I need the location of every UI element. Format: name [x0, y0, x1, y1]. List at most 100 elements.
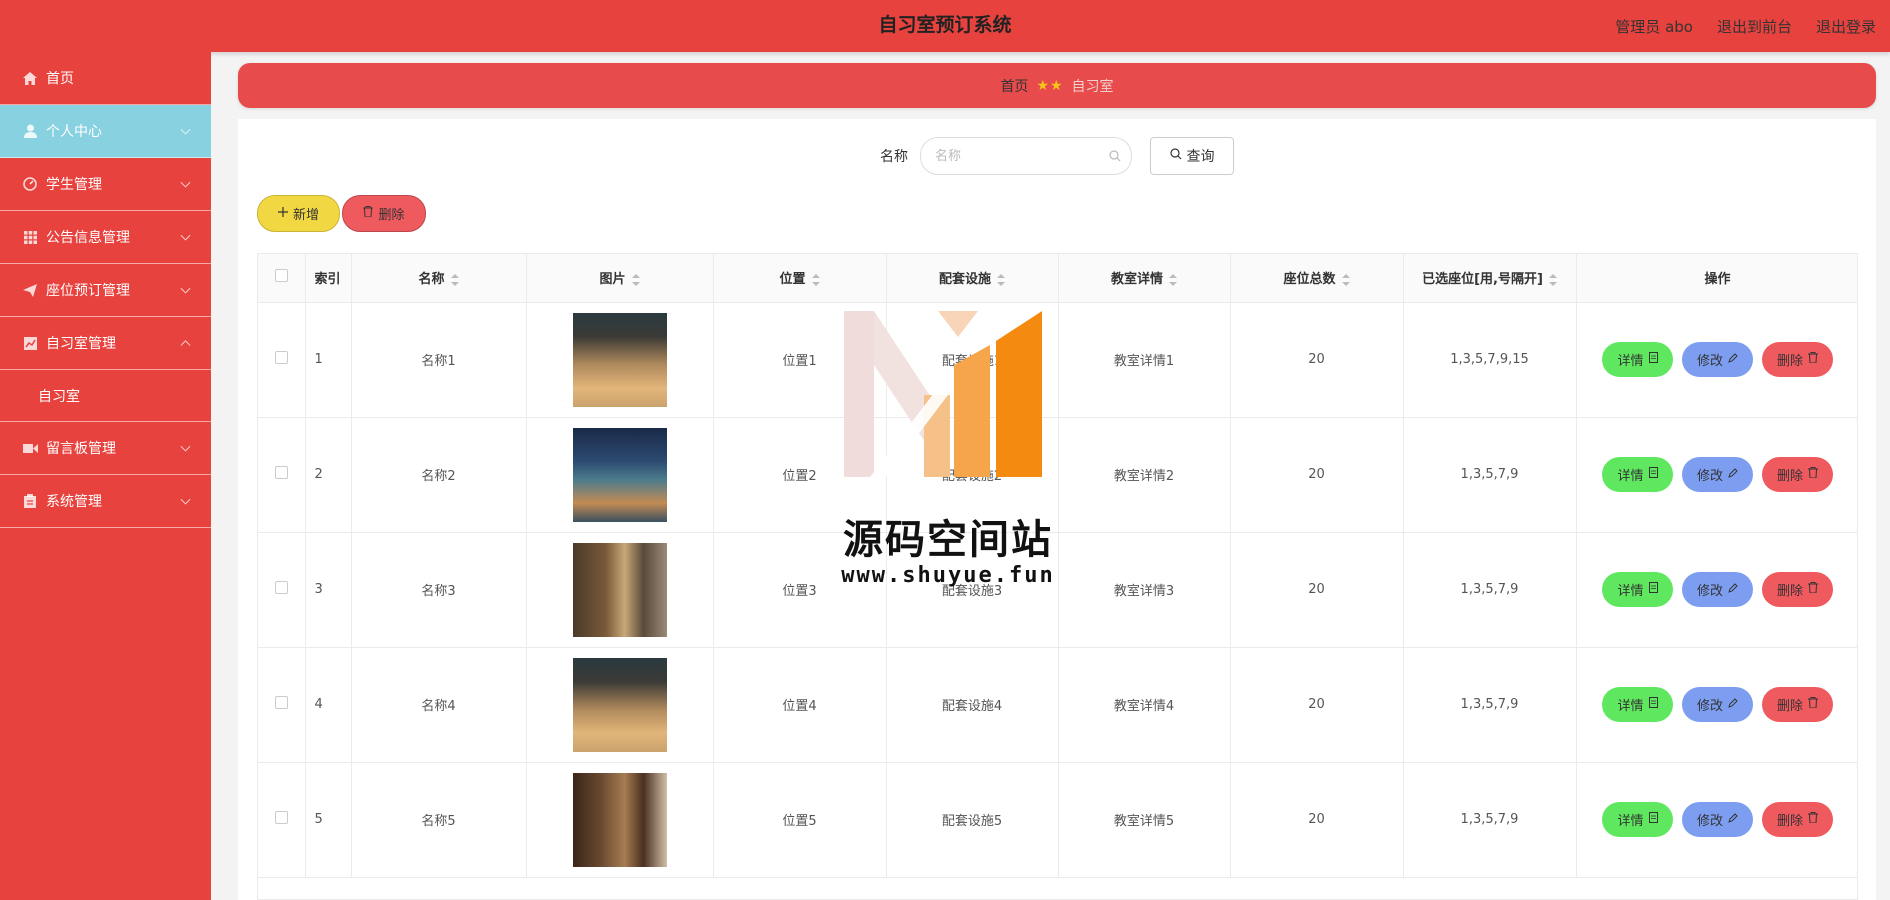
sort-icon[interactable]	[997, 273, 1005, 286]
row-select[interactable]	[258, 417, 306, 533]
row-ops: 详情 修改 删除	[1576, 647, 1857, 763]
header-selected[interactable]: 已选座位[用,号隔开]	[1403, 254, 1577, 303]
detail-button[interactable]: 详情	[1602, 802, 1673, 837]
chevron-down-icon	[180, 124, 191, 135]
row-index: 1	[305, 302, 352, 418]
sort-icon[interactable]	[1548, 273, 1557, 286]
sidebar-subitem-study-room[interactable]: 自习室	[0, 370, 211, 422]
sidebar-item-seat-booking[interactable]: 座位预订管理	[0, 264, 211, 317]
add-button[interactable]: 新增	[257, 195, 340, 232]
trash-icon	[1808, 582, 1818, 597]
detail-button[interactable]: 详情	[1602, 342, 1673, 377]
document-icon	[1648, 582, 1658, 597]
delete-button-label: 删除	[378, 208, 405, 223]
room-thumbnail[interactable]	[572, 657, 667, 752]
delete-button[interactable]: 删除	[1762, 687, 1833, 722]
header-facilities[interactable]: 配套设施	[886, 254, 1059, 303]
row-select[interactable]	[258, 762, 306, 878]
search-input[interactable]	[935, 138, 1105, 174]
delete-button-label: 删除	[1776, 814, 1803, 829]
header-details[interactable]: 教室详情	[1058, 254, 1231, 303]
checkbox[interactable]	[274, 811, 288, 824]
delete-button[interactable]: 删除	[1762, 457, 1833, 492]
header-select-all[interactable]	[258, 254, 306, 303]
row-details: 教室详情3	[1058, 532, 1231, 648]
checkbox[interactable]	[274, 581, 288, 594]
row-index: 4	[305, 647, 352, 763]
header-name[interactable]: 名称	[351, 254, 527, 303]
row-name: 名称1	[351, 302, 527, 418]
row-facilities: 配套设施4	[886, 647, 1059, 763]
edit-button[interactable]: 修改	[1682, 457, 1753, 492]
exit-front-link[interactable]: 退出到前台	[1717, 16, 1792, 37]
checkbox[interactable]	[274, 466, 288, 479]
edit-button[interactable]: 修改	[1682, 802, 1753, 837]
batch-delete-button[interactable]: 删除	[342, 195, 426, 232]
pencil-icon	[1728, 467, 1738, 482]
sidebar-item-study-room-mgmt[interactable]: 自习室管理	[0, 317, 211, 370]
edit-button-label: 修改	[1696, 354, 1723, 369]
header-location[interactable]: 位置	[713, 254, 887, 303]
row-location: 位置4	[713, 647, 887, 763]
checkbox[interactable]	[274, 696, 288, 709]
row-select[interactable]	[258, 647, 306, 763]
sidebar-item-message-board[interactable]: 留言板管理	[0, 422, 211, 475]
delete-button-label: 删除	[1776, 469, 1803, 484]
sidebar-item-profile[interactable]: 个人中心	[0, 105, 211, 158]
detail-button[interactable]: 详情	[1602, 457, 1673, 492]
header-seats[interactable]: 座位总数	[1230, 254, 1404, 303]
sidebar-item-students[interactable]: 学生管理	[0, 158, 211, 211]
send-icon	[22, 282, 38, 298]
chevron-down-icon	[180, 283, 191, 294]
sidebar-item-notices[interactable]: 公告信息管理	[0, 211, 211, 264]
query-button[interactable]: 查询	[1150, 137, 1234, 175]
sort-icon[interactable]	[450, 273, 459, 286]
room-thumbnail[interactable]	[572, 427, 667, 522]
table-row: 2 名称2 位置2 配套设施2 教室详情2 20 1,3,5,7,9 详情 修改 删除	[258, 417, 1857, 533]
edit-button[interactable]: 修改	[1682, 687, 1753, 722]
table-row: 3 名称3 位置3 配套设施3 教室详情3 20 1,3,5,7,9 详情 修改 删除	[258, 532, 1857, 648]
row-location: 位置3	[713, 532, 887, 648]
detail-button[interactable]: 详情	[1602, 687, 1673, 722]
row-seats: 20	[1230, 762, 1404, 878]
row-select[interactable]	[258, 532, 306, 648]
row-image-cell	[526, 762, 714, 878]
sidebar-item-label: 个人中心	[46, 124, 102, 140]
row-selected-seats: 1,3,5,7,9	[1403, 762, 1577, 878]
row-name: 名称5	[351, 762, 527, 878]
header-image[interactable]: 图片	[526, 254, 714, 303]
chevron-down-icon	[180, 177, 191, 188]
row-select[interactable]	[258, 302, 306, 418]
logout-link[interactable]: 退出登录	[1816, 16, 1876, 37]
trash-icon	[1808, 697, 1818, 712]
header-selected-label: 已选座位[用,号隔开]	[1422, 272, 1543, 288]
row-seats: 20	[1230, 417, 1404, 533]
row-facilities: 配套设施1	[886, 302, 1059, 418]
sidebar-item-system[interactable]: 系统管理	[0, 475, 211, 528]
delete-button[interactable]: 删除	[1762, 342, 1833, 377]
room-thumbnail[interactable]	[572, 312, 667, 407]
delete-button[interactable]: 删除	[1762, 572, 1833, 607]
sidebar-item-label: 座位预订管理	[46, 283, 130, 299]
sort-icon[interactable]	[1169, 273, 1177, 286]
row-seats: 20	[1230, 647, 1404, 763]
row-selected-seats: 1,3,5,7,9	[1403, 647, 1577, 763]
delete-button[interactable]: 删除	[1762, 802, 1833, 837]
detail-button[interactable]: 详情	[1602, 572, 1673, 607]
edit-button[interactable]: 修改	[1682, 342, 1753, 377]
room-thumbnail[interactable]	[572, 772, 667, 867]
checkbox[interactable]	[274, 269, 288, 283]
edit-button-label: 修改	[1696, 699, 1723, 714]
search-icon	[1169, 148, 1182, 164]
row-details: 教室详情1	[1058, 302, 1231, 418]
sort-icon[interactable]	[631, 273, 640, 286]
room-thumbnail[interactable]	[572, 542, 667, 637]
sidebar-item-home[interactable]: 首页	[0, 52, 211, 105]
sort-icon[interactable]	[1341, 273, 1350, 286]
checkbox[interactable]	[274, 351, 288, 364]
breadcrumb-home[interactable]: 首页	[1000, 76, 1028, 96]
row-index: 5	[305, 762, 352, 878]
sort-icon[interactable]	[811, 273, 820, 286]
search-field[interactable]	[920, 137, 1132, 175]
edit-button[interactable]: 修改	[1682, 572, 1753, 607]
